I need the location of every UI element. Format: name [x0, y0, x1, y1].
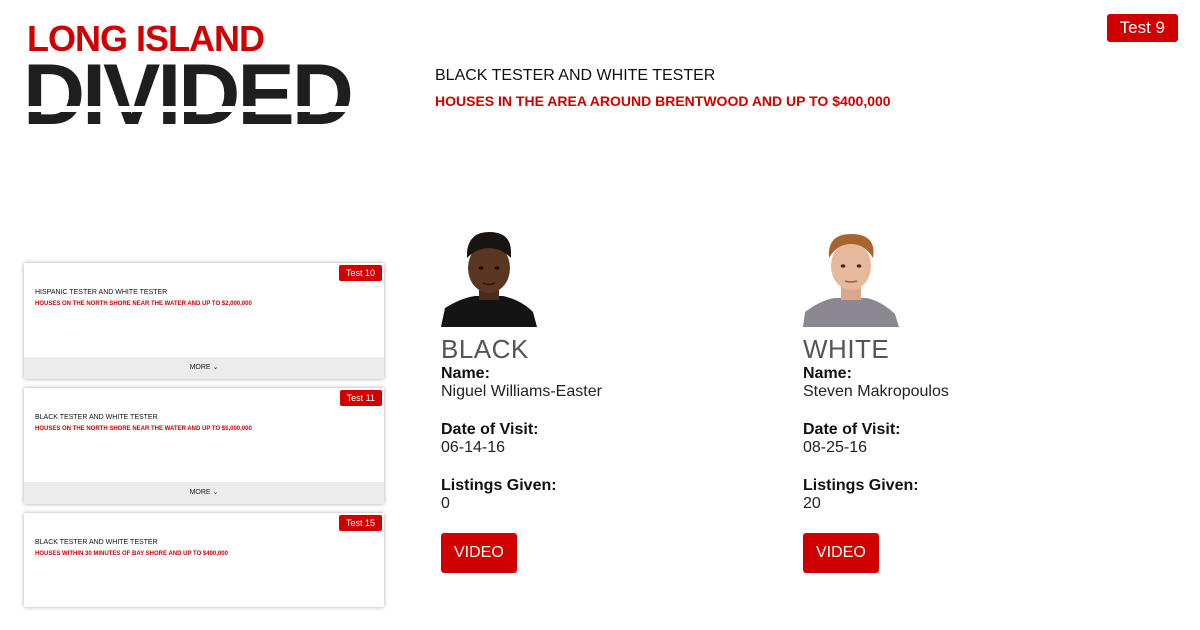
date-label: Date of Visit: — [441, 421, 539, 438]
logo-cut-decoration — [23, 106, 395, 112]
test-card[interactable]: Test 10 HISPANIC TESTER AND WHITE TESTER… — [24, 263, 384, 379]
listings-count: 20 — [803, 495, 821, 512]
test-number-badge: Test 9 — [1106, 14, 1178, 42]
page-subtitle: HOUSES IN THE AREA AROUND BRENTWOOD AND … — [435, 93, 891, 109]
tester-name: Niguel Williams-Easter — [441, 383, 602, 400]
test-card-title: BLACK TESTER AND WHITE TESTER — [35, 539, 158, 546]
listings-label: Listings Given: — [441, 477, 557, 494]
tester-panel-white: WHITE Name: Steven Makropoulos Date of V… — [803, 230, 1123, 573]
test-card-subtitle: HOUSES WITHIN 30 MINUTES OF BAY SHORE AN… — [35, 551, 228, 557]
page-title: BLACK TESTER AND WHITE TESTER — [435, 67, 716, 84]
test-card-subtitle: HOUSES ON THE NORTH SHORE NEAR THE WATER… — [35, 426, 252, 432]
name-label: Name: — [803, 365, 852, 382]
test-card-title: BLACK TESTER AND WHITE TESTER — [35, 414, 158, 421]
test-card-subtitle: HOUSES ON THE NORTH SHORE NEAR THE WATER… — [35, 301, 252, 307]
test-card-badge: Test 11 — [339, 390, 382, 406]
name-label: Name: — [441, 365, 490, 382]
tester-panel-black: BLACK Name: Niguel Williams-Easter Date … — [441, 230, 761, 573]
tester-race: BLACK — [441, 334, 529, 364]
tester-photo — [803, 230, 899, 327]
test-card-badge: Test 15 — [338, 515, 382, 531]
listings-label: Listings Given: — [803, 477, 919, 494]
test-card[interactable]: Test 11 BLACK TESTER AND WHITE TESTER HO… — [24, 388, 384, 504]
date-label: Date of Visit: — [803, 421, 901, 438]
site-logo[interactable]: LONG ISLAND DIVIDED — [23, 18, 395, 138]
listings-count: 0 — [441, 495, 450, 512]
video-button[interactable]: VIDEO — [441, 533, 517, 573]
visit-date: 06-14-16 — [441, 439, 506, 456]
more-button[interactable]: MORE ⌄ — [24, 482, 384, 504]
tester-race: WHITE — [803, 334, 890, 364]
visit-date: 08-25-16 — [803, 439, 868, 456]
test-card-title: HISPANIC TESTER AND WHITE TESTER — [35, 289, 168, 296]
test-card[interactable]: Test 15 BLACK TESTER AND WHITE TESTER HO… — [24, 513, 384, 607]
tester-name: Steven Makropoulos — [803, 383, 949, 400]
logo-line-2: DIVIDED — [23, 47, 354, 143]
more-button[interactable]: MORE ⌄ — [24, 357, 384, 379]
video-button[interactable]: VIDEO — [803, 533, 879, 573]
tester-photo — [441, 230, 537, 327]
test-card-badge: Test 10 — [338, 265, 382, 281]
